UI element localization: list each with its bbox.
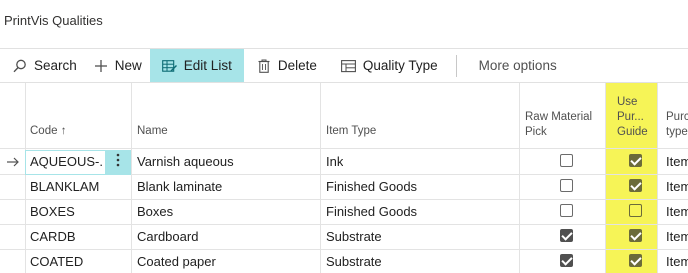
new-button[interactable]: New: [85, 49, 150, 83]
cell-purch-type[interactable]: Item: [666, 204, 688, 219]
use-pur-guide-checkbox[interactable]: [629, 204, 642, 217]
delete-label: Delete: [277, 58, 317, 73]
cell-purch-type[interactable]: Item: [666, 229, 688, 244]
more-options-button[interactable]: More options: [471, 58, 565, 73]
column-divider: [657, 83, 658, 273]
table-icon: [341, 58, 357, 74]
use-pur-guide-header-line2: Pur...: [617, 111, 644, 123]
cell-item-type[interactable]: Substrate: [326, 229, 382, 244]
row-menu-button[interactable]: [105, 150, 131, 175]
edit-list-icon: [161, 58, 178, 74]
purch-type-header-line1: Purch: [666, 111, 688, 123]
raw-material-pick-checkbox[interactable]: [560, 179, 573, 192]
toolbar-divider: [455, 54, 457, 77]
raw-material-pick-header-line1: Raw Material: [525, 111, 593, 123]
raw-material-pick-header-line2: Pick: [525, 126, 547, 138]
row-divider: [0, 199, 688, 200]
cell-name[interactable]: Cardboard: [137, 229, 198, 244]
list-grid: Code ↑ Name Item Type Raw Material Pick …: [0, 82, 688, 273]
column-divider: [605, 83, 606, 273]
edit-list-label: Edit List: [183, 58, 232, 73]
edit-list-button[interactable]: Edit List: [149, 48, 244, 83]
cell-code[interactable]: BOXES: [30, 204, 75, 219]
use-pur-guide-checkbox[interactable]: [629, 179, 642, 192]
use-pur-guide-checkbox[interactable]: [629, 229, 642, 242]
cell-item-type[interactable]: Ink: [326, 154, 343, 169]
column-header-use-pur-guide[interactable]: Use Pur... Guide: [617, 95, 648, 161]
sort-ascending-icon: ↑: [60, 125, 67, 137]
cell-purch-type[interactable]: Item: [666, 179, 688, 194]
raw-material-pick-checkbox[interactable]: [560, 254, 573, 267]
column-header-raw-material-pick[interactable]: Raw Material Pick: [525, 110, 592, 176]
cell-code[interactable]: COATED: [30, 254, 83, 269]
plus-icon: [93, 58, 109, 74]
search-button[interactable]: Search: [0, 49, 85, 83]
cell-code[interactable]: BLANKLAM: [30, 179, 99, 194]
new-label: New: [114, 58, 142, 73]
cell-purch-type[interactable]: Item: [666, 254, 688, 269]
quality-type-label: Quality Type: [362, 58, 438, 73]
purch-type-header-line2: type: [666, 126, 688, 138]
cell-purch-type[interactable]: Item: [666, 154, 688, 169]
search-label: Search: [34, 58, 77, 73]
arrow-right-icon: [6, 155, 20, 167]
more-vertical-icon: [116, 153, 120, 172]
search-icon: [12, 58, 28, 74]
cell-name[interactable]: Varnish aqueous: [137, 154, 234, 169]
quality-type-button[interactable]: Quality Type: [325, 49, 446, 83]
column-divider: [519, 83, 520, 273]
column-divider: [320, 83, 321, 273]
use-pur-guide-header-line3: Guide: [617, 126, 648, 138]
action-bar: Search New Edit List Delete Quality Type…: [0, 48, 688, 83]
use-pur-guide-checkbox[interactable]: [629, 254, 642, 267]
cell-name[interactable]: Blank laminate: [137, 179, 222, 194]
delete-button[interactable]: Delete: [244, 49, 325, 83]
cell-code[interactable]: AQUEOUS-...: [30, 154, 104, 169]
use-pur-guide-header-line1: Use: [617, 96, 638, 108]
row-divider: [0, 224, 688, 225]
cell-code[interactable]: CARDB: [30, 229, 76, 244]
cell-item-type[interactable]: Substrate: [326, 254, 382, 269]
code-header-label: Code: [30, 125, 58, 137]
raw-material-pick-checkbox[interactable]: [560, 229, 573, 242]
trash-icon: [256, 58, 272, 74]
column-divider: [131, 83, 132, 273]
cell-item-type[interactable]: Finished Goods: [326, 204, 417, 219]
row-divider: [0, 249, 688, 250]
cell-item-type[interactable]: Finished Goods: [326, 179, 417, 194]
raw-material-pick-checkbox[interactable]: [560, 204, 573, 217]
cell-name[interactable]: Coated paper: [137, 254, 216, 269]
page-title: PrintVis Qualities: [4, 13, 103, 28]
raw-material-pick-checkbox[interactable]: [560, 154, 573, 167]
use-pur-guide-checkbox[interactable]: [629, 154, 642, 167]
cell-name[interactable]: Boxes: [137, 204, 173, 219]
column-divider: [25, 83, 26, 273]
